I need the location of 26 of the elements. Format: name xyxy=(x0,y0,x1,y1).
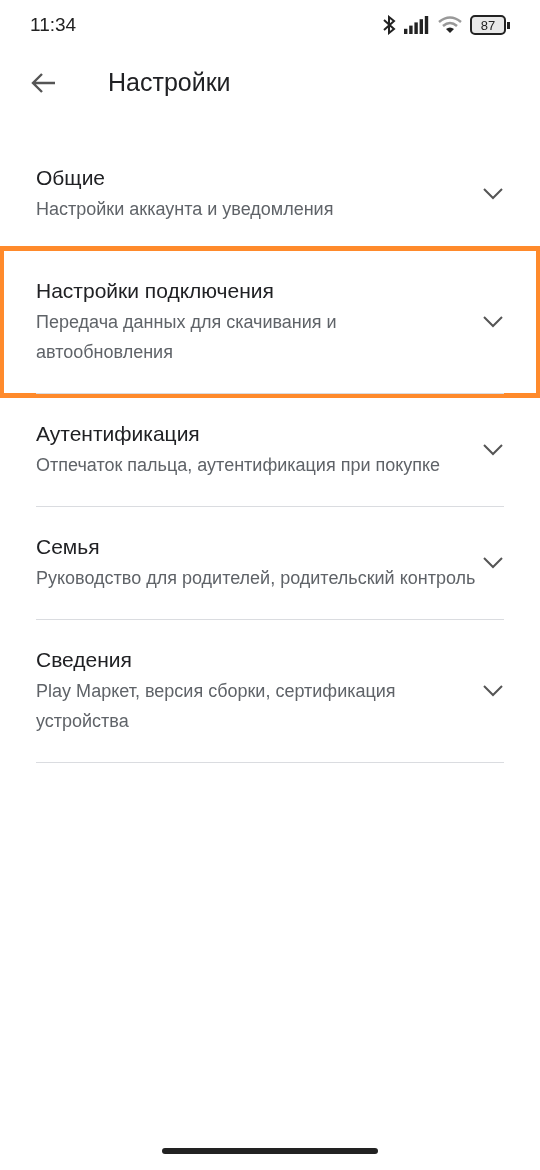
settings-section[interactable]: Общие Настройки аккаунта и уведомления xyxy=(36,138,504,250)
settings-section[interactable]: Сведения Play Маркет, версия сборки, сертификация устройства xyxy=(36,620,504,762)
bluetooth-icon xyxy=(382,15,396,35)
chevron-down-icon xyxy=(482,443,504,457)
settings-section[interactable]: Аутентификация Отпечаток пальца, аутентификация при покупке xyxy=(36,394,504,506)
section-description: Руководство для родителей, родительский контроль xyxy=(36,567,476,590)
chevron-down-icon xyxy=(482,187,504,201)
section-description: Настройки аккаунта и уведомления xyxy=(36,198,335,221)
wifi-icon xyxy=(438,16,462,34)
section-title: Общие xyxy=(36,165,107,191)
section-description: Play Маркет, версия сборки, сертификация устройства xyxy=(36,680,397,733)
signal-icon xyxy=(404,16,430,34)
section-description: Передача данных для скачивания и автообновления xyxy=(36,311,338,364)
section-description: Отпечаток пальца, аутентификация при покупке xyxy=(36,454,442,477)
chevron-down-icon xyxy=(482,315,504,329)
status-time: 11:34 xyxy=(30,12,77,37)
chevron-down-icon xyxy=(482,556,504,570)
settings-section[interactable]: Семья Руководство для родителей, родительский контроль xyxy=(36,507,504,619)
chevron-down-icon xyxy=(482,684,504,698)
section-title: Аутентификация xyxy=(36,421,201,447)
section-title: Настройки подключения xyxy=(36,278,275,304)
battery-indicator: 87 xyxy=(470,15,510,35)
section-title: Семья xyxy=(36,534,101,560)
page-title: Настройки xyxy=(108,67,231,99)
settings-section[interactable]: Настройки подключения Передача данных для скачивания и автообновления xyxy=(4,251,536,393)
section-title: Сведения xyxy=(36,647,133,673)
